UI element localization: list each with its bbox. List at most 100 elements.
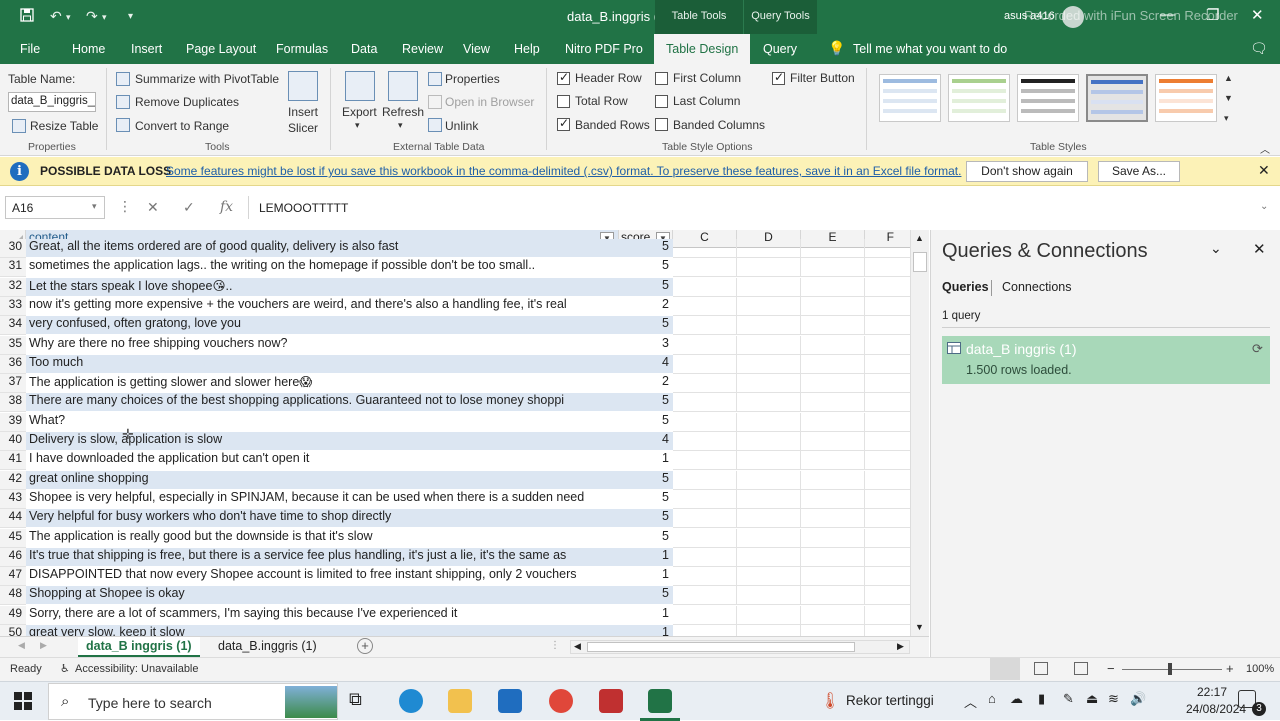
tab-nitro[interactable]: Nitro PDF Pro bbox=[565, 42, 643, 56]
score-cell[interactable]: 5 bbox=[619, 258, 673, 278]
empty-cell[interactable] bbox=[865, 586, 910, 606]
row-header[interactable]: 30 bbox=[0, 239, 26, 258]
restore-icon[interactable]: ❐ bbox=[1206, 6, 1219, 24]
score-cell[interactable]: 1 bbox=[619, 605, 673, 625]
tab-data[interactable]: Data bbox=[351, 42, 377, 56]
tell-me-search[interactable]: Tell me what you want to do bbox=[853, 42, 1007, 56]
empty-cell[interactable] bbox=[673, 547, 737, 567]
resize-table-button[interactable]: Resize Table bbox=[30, 119, 98, 133]
empty-cell[interactable] bbox=[673, 528, 737, 548]
prev-sheet-icon[interactable]: ◀ bbox=[18, 640, 25, 651]
row-header[interactable]: 36 bbox=[0, 354, 26, 374]
convert-to-range-button[interactable]: Convert to Range bbox=[135, 119, 229, 133]
volume-icon[interactable]: 🔊 bbox=[1130, 691, 1146, 707]
last-column-checkbox[interactable] bbox=[655, 95, 668, 108]
battery-icon[interactable]: ▮ bbox=[1038, 691, 1045, 707]
tab-table-design[interactable]: Table Design bbox=[654, 34, 751, 64]
tab-insert[interactable]: Insert bbox=[131, 42, 162, 56]
weather-text[interactable]: Rekor tertinggi bbox=[846, 693, 934, 708]
empty-cell[interactable] bbox=[865, 471, 910, 490]
chrome-icon[interactable] bbox=[549, 689, 573, 713]
empty-cell[interactable] bbox=[673, 509, 737, 529]
empty-cell[interactable] bbox=[737, 451, 801, 471]
content-cell[interactable]: Too much bbox=[26, 354, 619, 374]
empty-cell[interactable] bbox=[801, 354, 865, 374]
sheet-tab-other[interactable]: data_B.inggris (1) bbox=[210, 637, 325, 657]
score-cell[interactable]: 5 bbox=[619, 393, 673, 413]
refresh-dropdown-icon[interactable]: ▾ bbox=[398, 120, 403, 131]
content-cell[interactable]: There are many choices of the best shopp… bbox=[26, 393, 619, 413]
empty-cell[interactable] bbox=[737, 412, 801, 432]
empty-cell[interactable] bbox=[801, 509, 865, 529]
styles-more-icon[interactable]: ▾ bbox=[1224, 113, 1229, 124]
zoom-slider[interactable] bbox=[1122, 669, 1222, 670]
empty-cell[interactable] bbox=[865, 355, 910, 374]
empty-cell[interactable] bbox=[865, 548, 910, 567]
content-cell[interactable]: It's true that shipping is free, but the… bbox=[26, 547, 619, 567]
score-cell[interactable]: 2 bbox=[619, 296, 673, 316]
collapse-ribbon-icon[interactable]: ︿ bbox=[1260, 141, 1270, 156]
empty-cell[interactable] bbox=[737, 354, 801, 374]
open-in-browser-button[interactable]: Open in Browser bbox=[445, 95, 534, 109]
empty-cell[interactable] bbox=[673, 316, 737, 336]
empty-cell[interactable] bbox=[737, 509, 801, 529]
empty-cell[interactable] bbox=[801, 489, 865, 509]
content-cell[interactable]: What? bbox=[26, 412, 619, 432]
row-header[interactable]: 48 bbox=[0, 586, 26, 606]
page-break-view-icon[interactable] bbox=[1074, 662, 1088, 675]
empty-cell[interactable] bbox=[801, 296, 865, 316]
empty-cell[interactable] bbox=[865, 258, 910, 278]
pane-options-icon[interactable]: ⌄ bbox=[1210, 240, 1222, 257]
refresh-button[interactable]: Refresh bbox=[382, 105, 424, 119]
comments-icon[interactable]: 🗨 bbox=[1250, 40, 1268, 57]
row-header[interactable]: 38 bbox=[0, 393, 26, 413]
content-cell[interactable]: sometimes the application lags.. the wri… bbox=[26, 258, 619, 278]
tab-help[interactable]: Help bbox=[514, 42, 540, 56]
tab-formulas[interactable]: Formulas bbox=[276, 42, 328, 56]
content-cell[interactable]: Shopping at Shopee is okay bbox=[26, 586, 619, 606]
empty-cell[interactable] bbox=[673, 393, 737, 413]
pane-tab-queries[interactable]: Queries bbox=[942, 280, 989, 294]
empty-cell[interactable] bbox=[865, 451, 910, 471]
empty-cell[interactable] bbox=[737, 547, 801, 567]
row-header[interactable]: 41 bbox=[0, 451, 26, 471]
vertical-scrollbar[interactable]: ▲ ▼ bbox=[910, 230, 929, 636]
empty-cell[interactable] bbox=[737, 374, 801, 394]
row-header[interactable]: 45 bbox=[0, 528, 26, 548]
empty-cell[interactable] bbox=[865, 316, 910, 336]
properties-button[interactable]: Properties bbox=[445, 72, 500, 86]
score-cell[interactable]: 5 bbox=[619, 316, 673, 336]
remove-duplicates-button[interactable]: Remove Duplicates bbox=[135, 95, 239, 109]
score-cell[interactable]: 1 bbox=[619, 547, 673, 567]
content-cell[interactable]: great very slow, keep it slow bbox=[26, 625, 619, 636]
empty-cell[interactable] bbox=[801, 393, 865, 413]
empty-cell[interactable] bbox=[737, 489, 801, 509]
row-header[interactable]: 47 bbox=[0, 567, 26, 587]
empty-cell[interactable] bbox=[801, 277, 865, 297]
empty-cell[interactable] bbox=[673, 354, 737, 374]
taskbar-search-box[interactable]: ⌕ Type here to search bbox=[48, 683, 338, 720]
cloud-icon[interactable]: ☁ bbox=[1010, 691, 1023, 707]
enter-icon[interactable]: ✓ bbox=[183, 199, 195, 216]
empty-cell[interactable] bbox=[865, 490, 910, 509]
content-cell[interactable]: DISAPPOINTED that now every Shopee accou… bbox=[26, 567, 619, 587]
empty-cell[interactable] bbox=[801, 335, 865, 355]
pane-close-icon[interactable]: ✕ bbox=[1253, 240, 1266, 258]
task-view-icon[interactable]: ⧉ bbox=[349, 689, 373, 713]
row-header[interactable]: 49 bbox=[0, 605, 26, 625]
excel-taskbar-icon[interactable] bbox=[648, 689, 672, 713]
add-sheet-button[interactable]: + bbox=[357, 638, 373, 654]
tray-chevron-icon[interactable]: ︿ bbox=[964, 692, 977, 711]
insert-slicer-label-1[interactable]: Insert bbox=[288, 105, 318, 119]
empty-cell[interactable] bbox=[673, 567, 737, 587]
pane-tab-connections[interactable]: Connections bbox=[1002, 280, 1072, 294]
first-column-checkbox[interactable] bbox=[655, 72, 668, 85]
empty-cell[interactable] bbox=[801, 528, 865, 548]
empty-cell[interactable] bbox=[737, 605, 801, 625]
row-header[interactable]: 32 bbox=[0, 277, 26, 297]
row-header[interactable]: 33 bbox=[0, 296, 26, 316]
export-dropdown-icon[interactable]: ▾ bbox=[355, 120, 360, 131]
content-cell[interactable]: The application is really good but the d… bbox=[26, 528, 619, 548]
empty-cell[interactable] bbox=[737, 432, 801, 451]
pen-icon[interactable]: ✎ bbox=[1063, 691, 1074, 707]
